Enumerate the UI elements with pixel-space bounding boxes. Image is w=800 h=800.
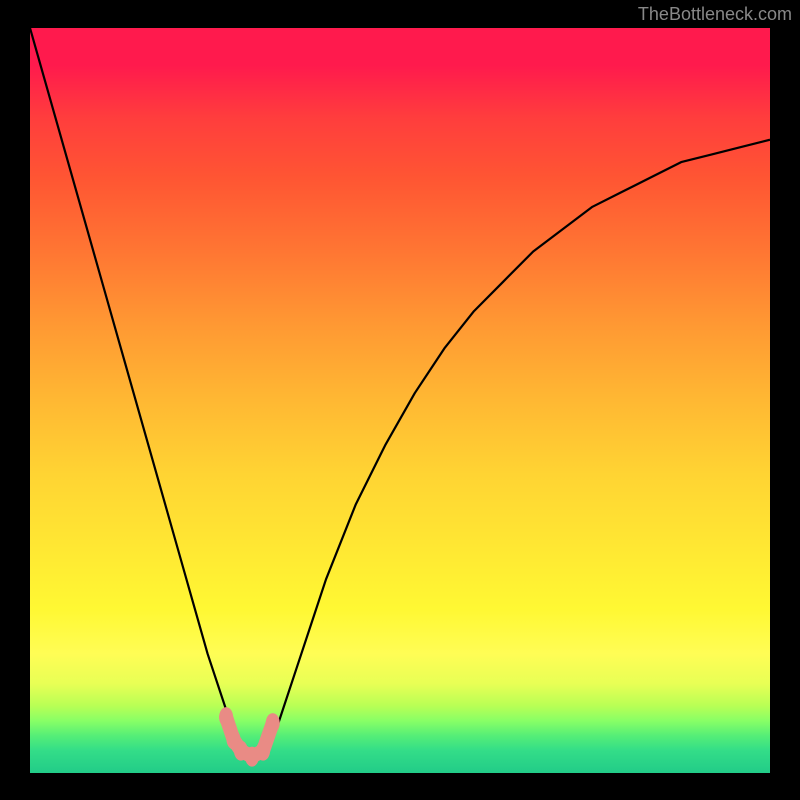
marker-dot — [256, 741, 270, 761]
chart-container: TheBottleneck.com — [0, 0, 800, 800]
curve-line — [30, 28, 770, 758]
data-markers — [219, 707, 280, 766]
marker-dot — [219, 707, 233, 727]
watermark-text: TheBottleneck.com — [638, 4, 792, 25]
marker-dot — [266, 713, 280, 733]
chart-svg — [30, 28, 770, 773]
plot-area — [30, 28, 770, 773]
